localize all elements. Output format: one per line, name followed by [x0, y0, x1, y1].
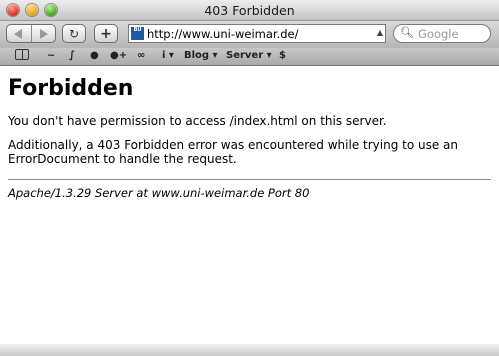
- forward-button[interactable]: [30, 25, 56, 42]
- server-signature: Apache/1.3.29 Server at www.uni-weimar.d…: [8, 186, 310, 200]
- reload-icon: ↻: [68, 26, 80, 41]
- bookmark-menu-i[interactable]: i ▾: [162, 50, 174, 61]
- window-title: 403 Forbidden: [204, 3, 295, 18]
- plus-icon: +: [100, 25, 112, 42]
- divider: [8, 179, 491, 180]
- error-message: You don't have permission to access /ind…: [8, 114, 387, 128]
- additional-message: Additionally, a 403 Forbidden error was …: [8, 138, 459, 166]
- bookmarks-bar: ~ ∫ ● ●+ ∞ i ▾ Blog ▾ Server ▾ $: [0, 48, 499, 66]
- site-favicon: BU: [131, 27, 144, 40]
- search-placeholder: Google: [418, 27, 459, 41]
- bookmark-item[interactable]: ●+: [110, 50, 127, 61]
- bookmark-item[interactable]: ~: [47, 50, 55, 61]
- back-button[interactable]: [7, 25, 31, 42]
- forward-arrow-icon: [40, 28, 49, 39]
- bookmark-menu-blog[interactable]: Blog ▾: [184, 50, 218, 61]
- toolbar: ↻ + BU http://www.uni-weimar.de/ ▲ 🔍︎ Go…: [0, 21, 499, 48]
- search-field[interactable]: 🔍︎ Google: [393, 24, 491, 43]
- bookmark-item[interactable]: $: [279, 50, 286, 61]
- reload-button[interactable]: ↻: [62, 24, 86, 43]
- address-bar[interactable]: BU http://www.uni-weimar.de/ ▲: [128, 24, 386, 43]
- bookmark-item[interactable]: ∞: [137, 50, 145, 61]
- back-arrow-icon: [13, 28, 22, 39]
- url-text: http://www.uni-weimar.de/: [147, 27, 299, 41]
- back-forward-buttons: [6, 24, 56, 43]
- bookmark-item[interactable]: ●: [90, 50, 99, 61]
- page-heading: Forbidden: [8, 76, 134, 101]
- search-icon[interactable]: 🔍︎: [400, 26, 414, 39]
- bookmark-menu-server[interactable]: Server ▾: [226, 50, 272, 61]
- bottom-edge: [0, 344, 499, 356]
- browser-window: 403 Forbidden ↻ + BU http://www.uni-weim…: [0, 0, 499, 356]
- page-content: Forbidden You don't have permission to a…: [0, 66, 499, 356]
- title-bar: 403 Forbidden: [0, 0, 499, 21]
- url-dropdown-icon[interactable]: ▲: [377, 28, 383, 37]
- bookmark-item[interactable]: ∫: [69, 50, 75, 61]
- bookmarks-book-icon[interactable]: [15, 49, 29, 60]
- add-bookmark-button[interactable]: +: [94, 24, 118, 43]
